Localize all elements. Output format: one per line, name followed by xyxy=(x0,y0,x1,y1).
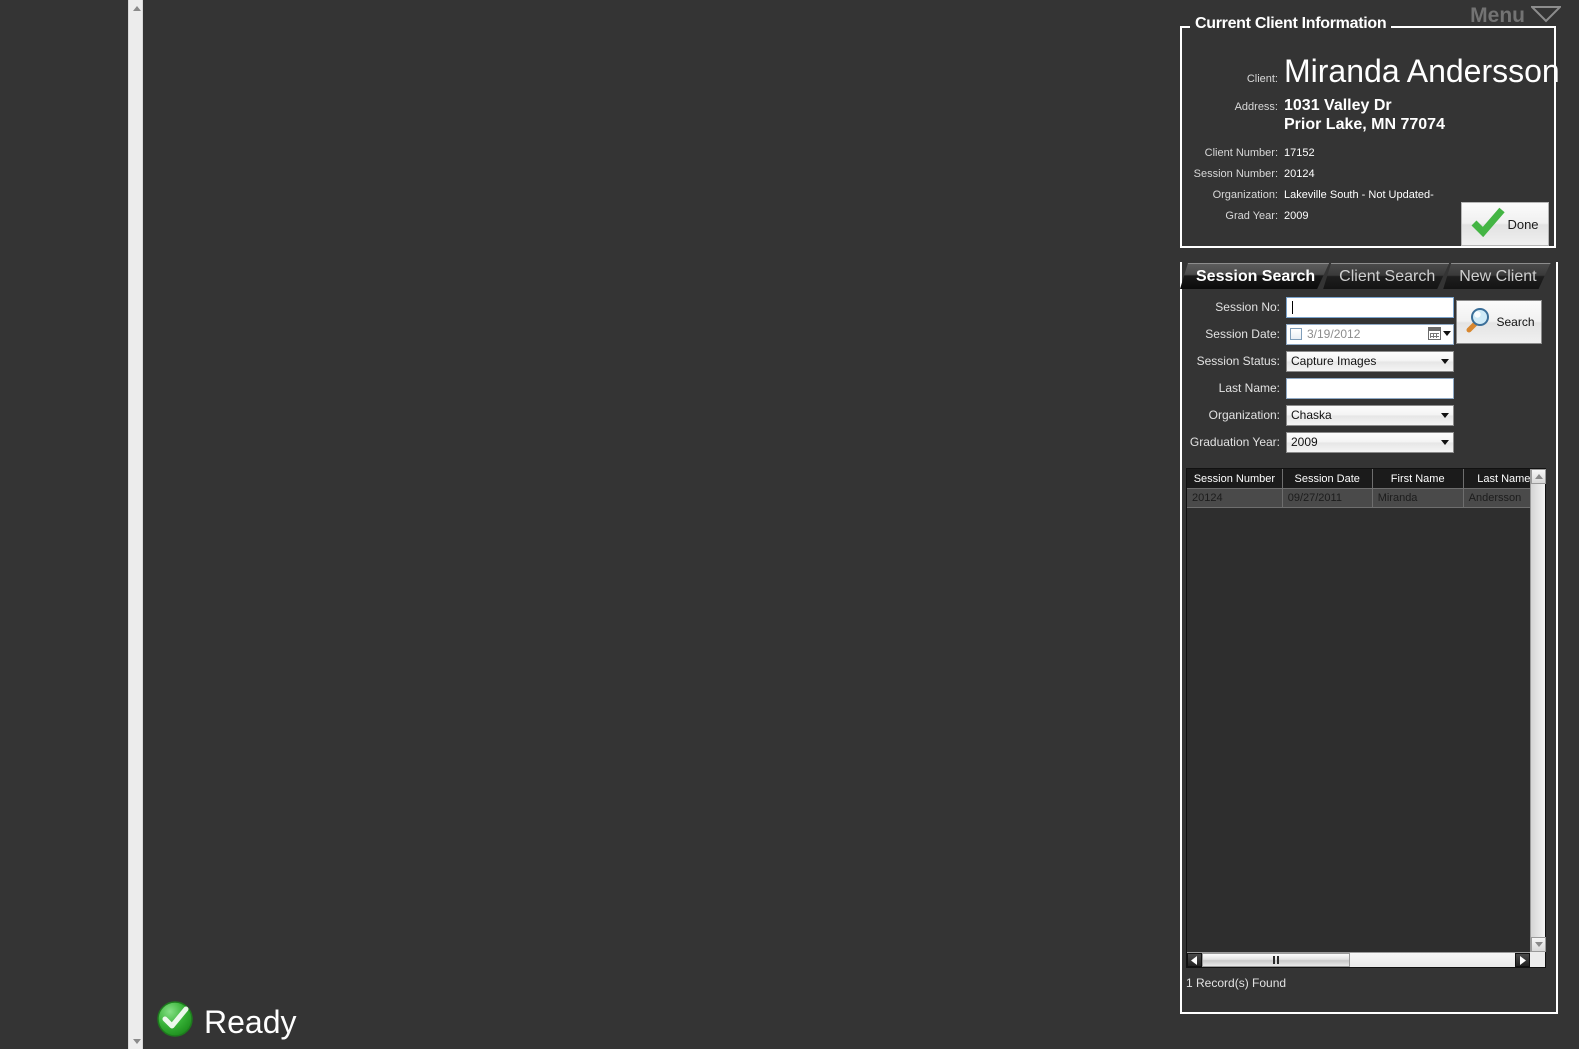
client-number-value: 17152 xyxy=(1284,147,1315,159)
graduation-year-select[interactable]: 2009 xyxy=(1286,431,1454,453)
chevron-down-icon xyxy=(1441,412,1449,418)
field-session-status-label: Session Status: xyxy=(1196,354,1280,368)
grad-year-row: Grad Year: 2009 xyxy=(1182,210,1308,222)
session-search-pane: Session No: Session Date: 3/19/2012 Sess… xyxy=(1182,288,1556,1012)
organization-row: Organization: Lakeville South - Not Upda… xyxy=(1182,189,1434,201)
organization-label: Organization: xyxy=(1212,189,1278,201)
grid-horizontal-scrollbar[interactable] xyxy=(1187,952,1530,967)
field-session-no-label: Session No: xyxy=(1215,300,1280,314)
field-session-status: Session Status: Capture Images xyxy=(1184,350,1554,372)
record-count-label: 1 Record(s) Found xyxy=(1186,976,1287,990)
grid-column-session-number[interactable]: Session Number xyxy=(1187,469,1283,488)
client-number-row: Client Number: 17152 xyxy=(1182,147,1315,159)
tab-session-search[interactable]: Session Search xyxy=(1180,263,1329,289)
calendar-icon xyxy=(1428,326,1441,340)
chevron-down-icon xyxy=(1529,5,1563,28)
session-date-input[interactable]: 3/19/2012 xyxy=(1286,323,1454,345)
session-number-value: 20124 xyxy=(1284,168,1315,180)
status-text: Ready xyxy=(204,1003,297,1040)
search-button[interactable]: Search xyxy=(1456,300,1542,344)
table-row[interactable]: 20124 09/27/2011 Miranda Andersson xyxy=(1187,489,1546,508)
cell-session-number: 20124 xyxy=(1187,489,1283,507)
client-address-label: Address: xyxy=(1234,101,1278,113)
session-no-input[interactable] xyxy=(1286,296,1454,318)
client-address-line2: Prior Lake, MN 77074 xyxy=(1284,116,1445,133)
field-graduation-year: Graduation Year: 2009 xyxy=(1184,431,1554,453)
grid-vertical-scrollbar[interactable] xyxy=(1530,469,1546,952)
grid-scroll-corner xyxy=(1530,952,1545,967)
results-grid[interactable]: Session Number Session Date First Name L… xyxy=(1186,468,1546,968)
session-number-row: Session Number: 20124 xyxy=(1182,168,1315,180)
field-last-name: Last Name: xyxy=(1184,377,1554,399)
client-address-row: Address: 1031 Valley Dr Prior Lake, MN 7… xyxy=(1182,96,1445,134)
tab-new-client-label: New Client xyxy=(1459,267,1537,285)
scrollbar-down-arrow-icon[interactable] xyxy=(129,1033,144,1049)
menu-label: Menu xyxy=(1470,4,1525,27)
tab-strip: Session Search Client Search New Client xyxy=(1180,262,1558,289)
chevron-down-icon xyxy=(1443,330,1451,336)
grid-scroll-down-icon[interactable] xyxy=(1531,937,1546,952)
client-name-label: Client: xyxy=(1246,73,1278,85)
client-address-line1: 1031 Valley Dr xyxy=(1284,97,1392,114)
session-date-checkbox[interactable] xyxy=(1290,328,1302,340)
grad-year-value: 2009 xyxy=(1284,210,1309,222)
green-check-circle-icon xyxy=(156,1000,194,1043)
tab-new-client[interactable]: New Client xyxy=(1443,263,1550,289)
grid-hscroll-track[interactable] xyxy=(1350,953,1515,967)
session-number-label: Session Number: xyxy=(1193,168,1278,180)
session-date-value: 3/19/2012 xyxy=(1307,327,1361,341)
panel-legend: Current Client Information xyxy=(1190,15,1392,33)
client-number-label: Client Number: xyxy=(1204,147,1278,159)
tab-session-search-label: Session Search xyxy=(1196,267,1316,285)
session-date-dropdown-button[interactable] xyxy=(1428,326,1451,340)
scrollbar-up-arrow-icon[interactable] xyxy=(129,0,144,16)
done-button[interactable]: Done xyxy=(1461,202,1549,246)
magnifier-icon xyxy=(1463,305,1493,340)
green-check-icon xyxy=(1471,207,1506,242)
grid-hscroll-thumb[interactable] xyxy=(1202,953,1350,967)
last-name-input[interactable] xyxy=(1286,377,1454,399)
graduation-year-value: 2009 xyxy=(1291,435,1318,449)
left-vertical-scrollbar[interactable] xyxy=(128,0,143,1049)
grid-header-row: Session Number Session Date First Name L… xyxy=(1187,469,1546,489)
field-last-name-label: Last Name: xyxy=(1218,381,1280,395)
field-organization: Organization: Chaska xyxy=(1184,404,1554,426)
grip-icon xyxy=(1273,956,1279,964)
chevron-down-icon xyxy=(1441,439,1449,445)
grid-scroll-up-icon[interactable] xyxy=(1531,469,1546,484)
session-status-value: Capture Images xyxy=(1291,354,1377,368)
menu-button[interactable]: Menu xyxy=(1470,4,1563,28)
field-organization-label: Organization: xyxy=(1208,408,1280,422)
cell-first-name: Miranda xyxy=(1373,489,1464,507)
status-bar: Ready xyxy=(156,1000,297,1043)
chevron-down-icon xyxy=(1441,358,1449,364)
search-button-label: Search xyxy=(1496,315,1535,329)
grid-scroll-left-icon[interactable] xyxy=(1187,953,1202,967)
current-client-information-panel: Current Client Information Client: Miran… xyxy=(1180,15,1560,248)
organization-select[interactable]: Chaska xyxy=(1286,404,1454,426)
grid-column-first-name[interactable]: First Name xyxy=(1373,469,1464,488)
cell-session-date: 09/27/2011 xyxy=(1283,489,1373,507)
client-name-row: Client: Miranda Andersson xyxy=(1182,55,1560,87)
tab-client-search-label: Client Search xyxy=(1339,267,1436,285)
grid-scroll-right-icon[interactable] xyxy=(1515,953,1530,967)
organization-select-value: Chaska xyxy=(1291,408,1332,422)
tab-client-search[interactable]: Client Search xyxy=(1323,263,1449,289)
organization-value: Lakeville South - Not Updated- xyxy=(1284,189,1434,201)
field-session-date-label: Session Date: xyxy=(1205,327,1280,341)
field-graduation-year-label: Graduation Year: xyxy=(1189,435,1280,449)
application-window: Menu Current Client Information Client: … xyxy=(0,0,1579,1049)
session-status-select[interactable]: Capture Images xyxy=(1286,350,1454,372)
grid-column-session-date[interactable]: Session Date xyxy=(1283,469,1373,488)
grad-year-label: Grad Year: xyxy=(1225,210,1278,222)
client-name-value: Miranda Andersson xyxy=(1284,53,1560,89)
done-button-label: Done xyxy=(1507,216,1539,232)
